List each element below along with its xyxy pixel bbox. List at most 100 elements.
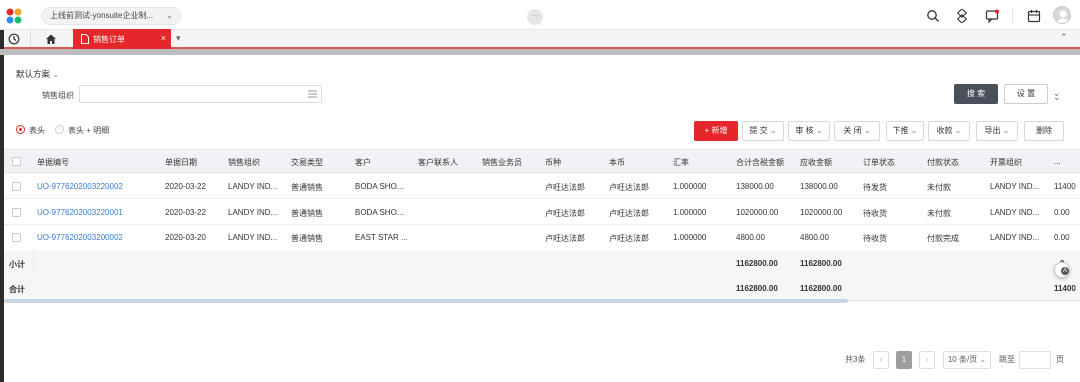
- push-down-button[interactable]: 下推 ⌄: [886, 121, 924, 141]
- avatar[interactable]: [1053, 6, 1071, 24]
- audit-button[interactable]: 审 核 ⌄: [788, 121, 830, 141]
- search-button[interactable]: 搜 索: [954, 84, 998, 104]
- column-header[interactable]: 销售组织: [228, 157, 260, 168]
- collapse-icon[interactable]: ⌃: [1060, 32, 1068, 43]
- chevron-down-icon: ⌄: [52, 70, 60, 79]
- column-header[interactable]: 客户联系人: [418, 157, 458, 168]
- settings-button[interactable]: 设 置: [1004, 84, 1048, 104]
- calendar-icon[interactable]: [1027, 9, 1041, 23]
- record-count: 共3条: [845, 355, 866, 364]
- column-header[interactable]: 合计含税金额: [736, 157, 784, 168]
- chevron-down-icon: ⌄: [910, 126, 918, 135]
- column-header[interactable]: 客户: [355, 157, 371, 168]
- table-cell: 1.000000: [673, 233, 707, 242]
- column-header[interactable]: 应收金额: [800, 157, 832, 168]
- export-label: 导出: [984, 126, 1001, 135]
- order-number-link[interactable]: UO-9776202003220002: [37, 182, 123, 191]
- column-header[interactable]: 订单状态: [863, 157, 895, 168]
- table-cell: 1.000000: [673, 182, 707, 191]
- table-cell: 卢旺达法郎: [545, 234, 585, 243]
- order-number-link[interactable]: UO-9776202003220001: [37, 208, 123, 217]
- expand-filter-icon-lower: ⌄: [1053, 92, 1061, 102]
- table-cell: LANDY IND...: [990, 182, 1040, 191]
- column-header[interactable]: 开票组织: [990, 157, 1022, 168]
- subtotal-receivable: 1162800.00: [800, 259, 842, 268]
- audit-label: 审 核: [795, 126, 814, 135]
- column-header[interactable]: 付款状态: [927, 157, 959, 168]
- table-cell: 普通销售: [291, 234, 323, 243]
- table-cell: LANDY IND...: [990, 208, 1040, 217]
- radio-header-detail-label: 表头 + 明细: [68, 126, 110, 135]
- chevron-down-icon: ⌄: [954, 126, 962, 135]
- close-icon[interactable]: ×: [161, 33, 166, 43]
- message-icon[interactable]: [985, 9, 999, 23]
- total-last: 11400: [1054, 284, 1076, 293]
- row-checkbox[interactable]: [12, 182, 21, 191]
- table-cell: 未付款: [927, 209, 951, 218]
- chevron-down-icon: ⌄: [979, 355, 987, 364]
- home-icon[interactable]: [45, 33, 57, 45]
- table-cell: LANDY IND...: [228, 208, 278, 217]
- radio-header-detail[interactable]: [55, 125, 64, 134]
- tab-sales-order[interactable]: 销售订单 ×: [73, 29, 171, 49]
- select-all-checkbox[interactable]: [12, 157, 21, 166]
- column-header[interactable]: 交易类型: [291, 157, 323, 168]
- delete-button[interactable]: 删除: [1024, 121, 1064, 141]
- total-row: [4, 275, 1080, 301]
- column-header[interactable]: 单据日期: [165, 157, 197, 168]
- table-cell: LANDY IND...: [228, 233, 278, 242]
- table-cell: 1020000.00: [736, 208, 779, 217]
- list-icon[interactable]: [308, 90, 317, 98]
- add-button[interactable]: + 新增: [694, 121, 738, 141]
- chevron-down-icon: ⌄: [769, 126, 777, 135]
- column-header[interactable]: 销售业务员: [482, 157, 522, 168]
- radio-header[interactable]: [16, 125, 25, 134]
- close-order-button[interactable]: 关 闭 ⌄: [834, 121, 880, 141]
- tab-label: 销售订单: [93, 35, 125, 44]
- workspace-switcher[interactable]: 上线前测试-yonsuite企业制... ⌄: [41, 7, 181, 25]
- table-cell: 4800.00: [736, 233, 765, 242]
- column-header[interactable]: 汇率: [673, 157, 689, 168]
- next-page-button[interactable]: ›: [919, 351, 935, 369]
- radio-header-label: 表头: [29, 126, 45, 135]
- current-page[interactable]: 1: [896, 351, 912, 369]
- receive-payment-button[interactable]: 收款 ⌄: [928, 121, 970, 141]
- submit-button[interactable]: 提 交 ⌄: [742, 121, 784, 141]
- row-checkbox[interactable]: [12, 233, 21, 242]
- close-label: 关 闭: [843, 126, 862, 135]
- column-header[interactable]: 本币: [609, 157, 625, 168]
- subtotal-row: [4, 250, 1080, 276]
- scheme-selector[interactable]: 默认方案 ⌄: [16, 68, 59, 80]
- tab-dropdown-icon[interactable]: ▾: [176, 33, 181, 44]
- org-input[interactable]: [79, 85, 322, 103]
- document-icon: [81, 34, 89, 44]
- column-header[interactable]: 币种: [545, 157, 561, 168]
- export-button[interactable]: 导出 ⌄: [976, 121, 1018, 141]
- table-cell: 1020000.00: [800, 208, 843, 217]
- column-header[interactable]: 单据编号: [37, 157, 69, 168]
- table-cell: 卢旺达法郎: [609, 234, 649, 243]
- goto-page-input[interactable]: [1019, 351, 1051, 369]
- horizontal-scrollbar[interactable]: [4, 299, 848, 303]
- scheme-label: 默认方案: [16, 69, 51, 79]
- history-icon[interactable]: [8, 33, 20, 45]
- assistant-icon[interactable]: A: [1054, 262, 1070, 278]
- search-icon[interactable]: [926, 9, 940, 23]
- table-cell: 待发货: [863, 183, 887, 192]
- table-cell: 待收货: [863, 209, 887, 218]
- apps-icon[interactable]: [955, 9, 969, 23]
- page-size-select[interactable]: 10 条/页 ⌄: [943, 351, 991, 369]
- table-cell: LANDY IND...: [990, 233, 1040, 242]
- table-cell: 待收货: [863, 234, 887, 243]
- page-size-value: 10 条/页: [947, 355, 978, 364]
- chevron-down-icon: ⌄: [1002, 126, 1010, 135]
- column-settings-icon[interactable]: ...: [1054, 157, 1061, 166]
- row-checkbox[interactable]: [12, 208, 21, 217]
- order-number-link[interactable]: UO-9776202003200002: [37, 233, 123, 242]
- more-icon[interactable]: ···: [527, 9, 543, 25]
- prev-page-button[interactable]: ‹: [873, 351, 889, 369]
- divider: [1012, 9, 1013, 23]
- table-cell: 卢旺达法郎: [545, 209, 585, 218]
- table-cell: BODA SHO...: [355, 208, 404, 217]
- table-cell: 1.000000: [673, 208, 707, 217]
